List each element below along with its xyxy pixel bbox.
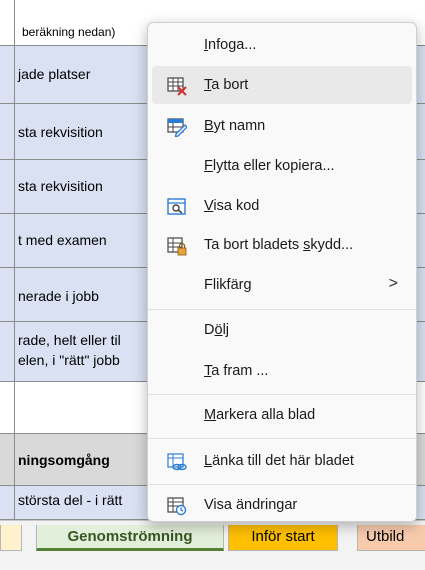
menu-item-flikfarg[interactable]: Flikfärg > [152,266,412,304]
menu-item-ta-bort-bladets-skydd[interactable]: Ta bort bladets skydd... [152,226,412,264]
sheet-tab-bar: Genomströmning Inför start Utbild [0,520,425,570]
menu-item-label: Ta bort [204,77,249,93]
sheet-tab-partial[interactable] [0,525,22,551]
menu-item-label: Dölj [204,322,230,338]
menu-item-label: Markera alla blad [204,407,316,423]
sheet-tab-context-menu: Infoga... Ta bort Byt namn Flytta eller … [147,22,417,522]
rename-sheet-icon [167,118,187,137]
menu-item-visa-andringar[interactable]: Visa ändringar [152,486,412,524]
menu-item-label: Flikfärg [204,277,252,293]
menu-separator [148,394,416,395]
menu-separator [148,484,416,485]
menu-item-label: Flytta eller kopiera... [204,158,335,174]
cell-text: beräkning nedan) [22,25,116,39]
column-border [14,0,15,520]
menu-item-infoga[interactable]: Infoga... [152,26,412,64]
menu-item-dolj[interactable]: Dölj [152,311,412,349]
sheet-tab-genomstromning[interactable]: Genomströmning [36,525,224,551]
menu-item-flytta-eller-kopiera[interactable]: Flytta eller kopiera... [152,147,412,185]
cell-text: nerade i jobb [18,288,99,304]
cell-text: ningsomgång [18,452,110,468]
show-changes-icon [167,497,187,516]
menu-separator [148,438,416,439]
menu-item-ta-fram[interactable]: Ta fram ... [152,352,412,390]
sheet-tab-infor-start[interactable]: Inför start [228,525,338,551]
sheet-tab-utbild[interactable]: Utbild [357,525,425,551]
cell-text: jade platser [18,66,91,82]
menu-item-ta-bort[interactable]: Ta bort [152,66,412,104]
menu-item-markera-alla-blad[interactable]: Markera alla blad [152,396,412,434]
link-sheet-icon [167,453,187,471]
cell-text-line2: elen, i "rätt" jobb [18,352,120,368]
menu-separator [148,309,416,310]
chevron-right-icon: > [388,275,398,292]
menu-item-label: Visa ändringar [204,497,298,513]
cell-text-line1: rade, helt eller til [18,332,121,348]
menu-item-label: Ta bort bladets skydd... [204,237,354,253]
menu-item-visa-kod[interactable]: Visa kod [152,187,412,225]
menu-item-lanka-till-bladet[interactable]: Länka till det här bladet [152,442,412,480]
unprotect-sheet-icon [167,237,187,256]
cell-text: största del - i rätt [18,492,123,508]
view-code-icon [167,198,186,215]
menu-item-label: Infoga... [204,37,257,53]
menu-item-label: Länka till det här bladet [204,453,354,469]
menu-item-label: Visa kod [204,198,260,214]
delete-sheet-icon [167,77,187,96]
menu-item-label: Byt namn [204,118,266,134]
menu-item-label: Ta fram ... [204,363,269,379]
cell-text: sta rekvisition [18,178,103,194]
menu-item-byt-namn[interactable]: Byt namn [152,107,412,145]
cell-text: sta rekvisition [18,124,103,140]
cell-text: t med examen [18,232,107,248]
